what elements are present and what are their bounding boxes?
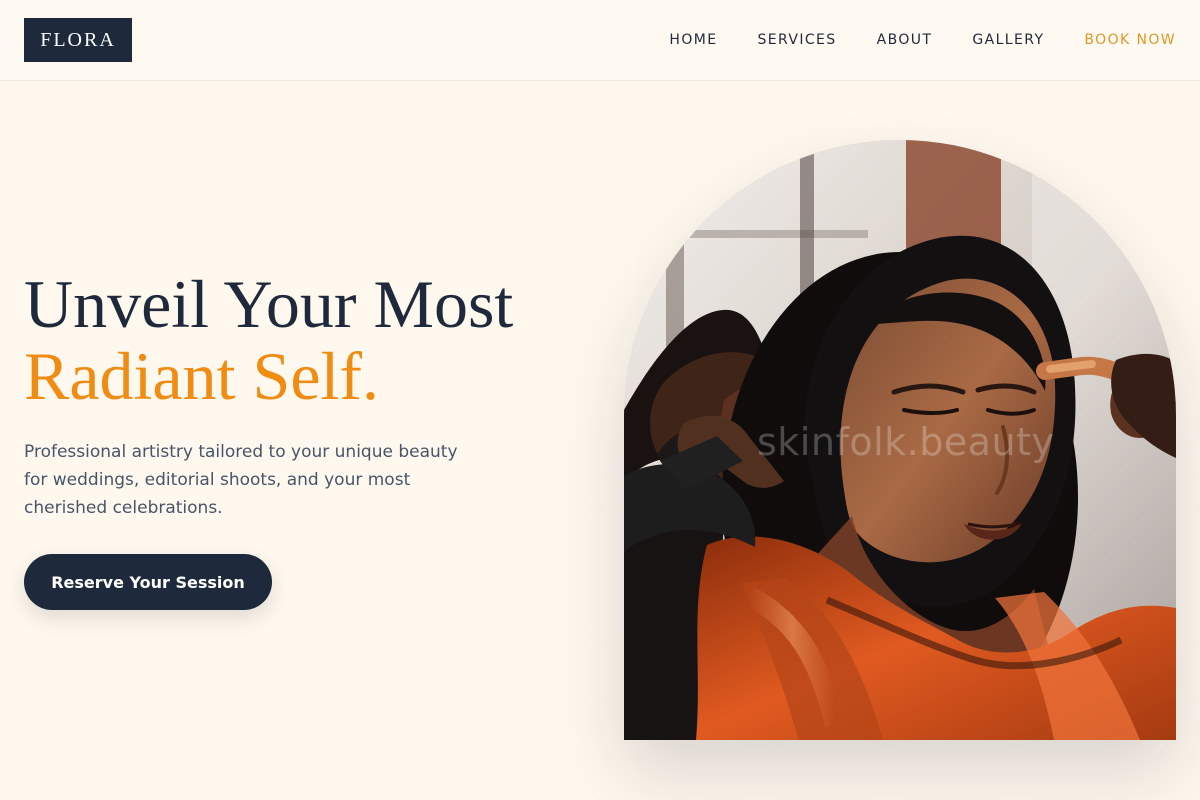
- hero-description: Professional artistry tailored to your u…: [24, 442, 458, 518]
- reserve-session-button[interactable]: Reserve Your Session: [24, 554, 272, 610]
- site-header: FLORA HOME SERVICES ABOUT GALLERY BOOK N…: [0, 0, 1200, 81]
- portrait-image: [624, 140, 1176, 740]
- hero-title: Unveil Your Most Radiant Self.: [24, 268, 584, 412]
- brand-logo[interactable]: FLORA: [24, 18, 132, 62]
- nav-home-link[interactable]: HOME: [669, 32, 717, 48]
- main-navigation: HOME SERVICES ABOUT GALLERY BOOK NOW: [669, 0, 1176, 80]
- book-now-link[interactable]: BOOK NOW: [1084, 32, 1176, 48]
- hero-image-frame: skinfolk.beauty: [624, 140, 1176, 740]
- hero-title-line-1: Unveil Your Most: [24, 266, 514, 342]
- nav-services-link[interactable]: SERVICES: [757, 32, 836, 48]
- hero-title-line-2: Radiant Self.: [24, 338, 380, 414]
- nav-gallery-link[interactable]: GALLERY: [972, 32, 1044, 48]
- nav-about-link[interactable]: ABOUT: [877, 32, 933, 48]
